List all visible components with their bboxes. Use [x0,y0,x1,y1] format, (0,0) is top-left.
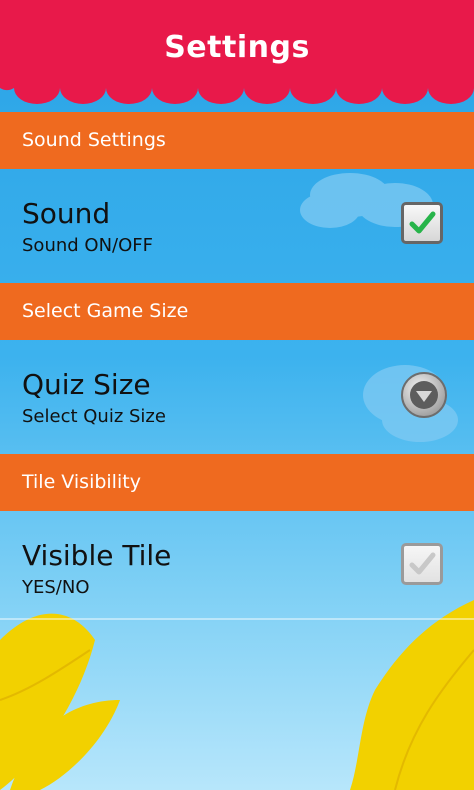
setting-subtitle: Select Quiz Size [22,406,166,427]
setting-title: Sound [22,197,111,230]
setting-title: Quiz Size [22,368,151,401]
setting-row-sound[interactable]: Sound Sound ON/OFF [0,170,474,284]
setting-title: Visible Tile [22,539,172,572]
setting-row-visible-tile[interactable]: Visible Tile YES/NO [0,512,474,626]
list-divider [0,618,474,620]
sound-checkbox[interactable] [401,202,443,244]
visible-tile-checkbox[interactable] [401,543,443,585]
setting-subtitle: YES/NO [22,577,90,598]
checkmark-icon [409,552,436,575]
setting-subtitle: Sound ON/OFF [22,235,153,256]
setting-row-quiz-size[interactable]: Quiz Size Select Quiz Size [0,341,474,455]
page-title: Settings [164,30,310,65]
section-header-tile-visibility: Tile Visibility [0,454,474,511]
section-header-select-game-size: Select Game Size [0,283,474,340]
dropdown-arrow-icon[interactable] [400,371,448,419]
checkmark-icon [409,211,436,234]
section-header-sound-settings: Sound Settings [0,112,474,169]
